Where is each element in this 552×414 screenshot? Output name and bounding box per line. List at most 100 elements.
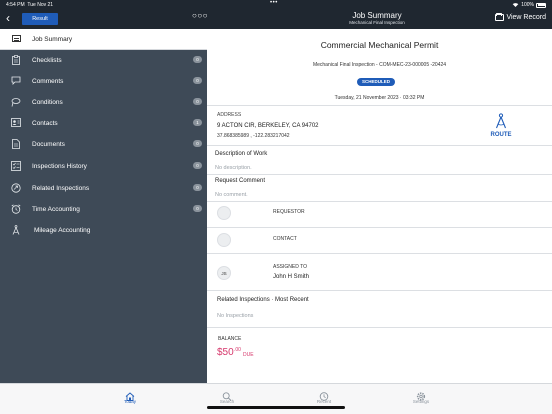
tab-bar: Today Search Recent Settings [0, 383, 552, 414]
divider [207, 174, 552, 175]
clock-icon [319, 388, 329, 401]
status-bar: 4:54 PM Tue Nov 21 ••• 100% [0, 0, 552, 9]
requestor-avatar [217, 206, 231, 220]
search-icon [222, 388, 232, 401]
compass-icon [10, 225, 21, 235]
view-record-button[interactable]: View Record [495, 12, 546, 21]
route-icon[interactable] [494, 113, 508, 129]
sidebar-item-contacts[interactable]: Contacts 1 [0, 113, 207, 134]
description-heading: Description of Work [215, 151, 268, 157]
sidebar-item-label: Inspections History [32, 163, 87, 170]
count-badge: 0 [193, 205, 202, 212]
battery-percent: 100% [521, 2, 534, 8]
sidebar-item-mileage-accounting[interactable]: Mileage Accounting [0, 220, 207, 241]
sidebar-item-comments[interactable]: Comments 0 [0, 71, 207, 92]
assignee-avatar: JS [217, 266, 231, 280]
sidebar-item-label: Related Inspections [32, 185, 90, 192]
inspection-date: Tuesday, 21 November 2023 · 03:32 PM [334, 95, 425, 101]
requestor-label: REQUESTOR [273, 209, 305, 215]
sidebar-item-conditions[interactable]: Conditions 0 [0, 92, 207, 113]
sidebar-item-label: Job Summary [32, 36, 73, 43]
count-badge: 0 [193, 140, 202, 147]
sidebar-item-label: Comments [32, 78, 64, 85]
sidebar: Job Summary Checklists 0 Comments 0 Cond… [0, 29, 207, 383]
divider [207, 327, 552, 328]
balance-due: DUE [243, 352, 254, 358]
folder-icon [495, 12, 505, 21]
sidebar-item-label: Documents [32, 141, 65, 148]
clipboard-icon [10, 55, 21, 65]
balance-label: BALANCE [218, 336, 242, 342]
request-comment-heading: Request Comment [215, 178, 266, 184]
sidebar-item-label: Conditions [32, 99, 63, 106]
result-button[interactable]: Result [22, 13, 58, 25]
comment-icon [10, 76, 21, 86]
tab-recent[interactable]: Recent [304, 388, 344, 404]
address-line[interactable]: 9 ACTON CIR, BERKELEY, CA 94702 [217, 123, 319, 129]
gear-icon [416, 388, 426, 401]
assigned-to-name[interactable]: John H Smith [273, 274, 309, 280]
home-icon [125, 388, 135, 401]
contact-avatar [217, 233, 231, 247]
address-label: ADDRESS [217, 112, 242, 118]
related-icon [10, 183, 21, 193]
status-badge: SCHEDULED [357, 78, 395, 86]
tab-settings[interactable]: Settings [401, 388, 441, 404]
assigned-to-label: ASSIGNED TO [273, 264, 307, 270]
wifi-icon [512, 2, 519, 9]
alarm-clock-icon [10, 204, 21, 214]
related-inspections-value: No Inspections [217, 313, 254, 319]
tab-today[interactable]: Today [110, 388, 150, 404]
sidebar-item-job-summary[interactable]: Job Summary [0, 29, 207, 50]
status-time: 4:54 PM Tue Nov 21 [6, 1, 54, 8]
tab-search[interactable]: Search [207, 388, 247, 404]
divider [207, 201, 552, 202]
sidebar-item-checklists[interactable]: Checklists 0 [0, 50, 207, 71]
back-chevron-icon[interactable]: ‹ [6, 12, 10, 24]
home-indicator[interactable] [207, 406, 345, 409]
sidebar-item-time-accounting[interactable]: Time Accounting 0 [0, 199, 207, 220]
balance-amount: $50 [217, 347, 234, 358]
related-inspections-heading: Related Inspections · Most Recent [217, 297, 309, 303]
balance-cents: .00 [234, 347, 241, 353]
divider [207, 227, 552, 228]
divider [207, 290, 552, 291]
divider [207, 105, 552, 106]
status-right: 100% [512, 2, 546, 9]
header-subtitle: Mechanical Final Inspection [349, 20, 405, 25]
sidebar-item-label: Contacts [32, 120, 58, 127]
view-record-label: View Record [506, 14, 546, 21]
address-coordinates: 37.868385989 , -122.283217042 [217, 133, 290, 139]
request-comment-value: No comment. [215, 192, 248, 198]
permit-subtitle: Mechanical Final Inspection - COM-MEC-23… [312, 62, 447, 68]
permit-title: Commercial Mechanical Permit [320, 40, 439, 50]
sidebar-item-label: Time Accounting [32, 206, 80, 213]
job-summary-panel: Commercial Mechanical Permit Mechanical … [207, 29, 552, 383]
sidebar-item-label: Mileage Accounting [34, 227, 91, 234]
multitask-dots-icon[interactable]: ••• [270, 0, 278, 6]
sidebar-item-inspections-history[interactable]: Inspections History 0 [0, 156, 207, 177]
sidebar-item-label: Checklists [32, 57, 62, 64]
battery-icon [536, 2, 546, 8]
count-badge: 0 [193, 162, 202, 169]
header-title: Job Summary [352, 11, 402, 20]
contact-label: CONTACT [273, 236, 297, 242]
description-value: No description. [215, 165, 252, 171]
count-badge: 1 [193, 119, 202, 126]
list-icon [12, 35, 21, 42]
contact-card-icon [10, 118, 21, 128]
sidebar-item-documents[interactable]: Documents 0 [0, 134, 207, 155]
checklist-icon [10, 161, 21, 171]
more-options-icon[interactable]: ○○○ [192, 11, 208, 20]
count-badge: 0 [193, 98, 202, 105]
count-badge: 0 [193, 184, 202, 191]
divider [207, 145, 552, 146]
divider [207, 253, 552, 254]
route-button[interactable]: ROUTE [487, 132, 515, 138]
document-icon [10, 139, 21, 149]
app-header: ‹ Result ○○○ Job Summary Mechanical Fina… [0, 9, 552, 29]
count-badge: 0 [193, 56, 202, 63]
flag-icon [10, 97, 21, 107]
sidebar-item-related-inspections[interactable]: Related Inspections 0 [0, 178, 207, 199]
count-badge: 0 [193, 77, 202, 84]
